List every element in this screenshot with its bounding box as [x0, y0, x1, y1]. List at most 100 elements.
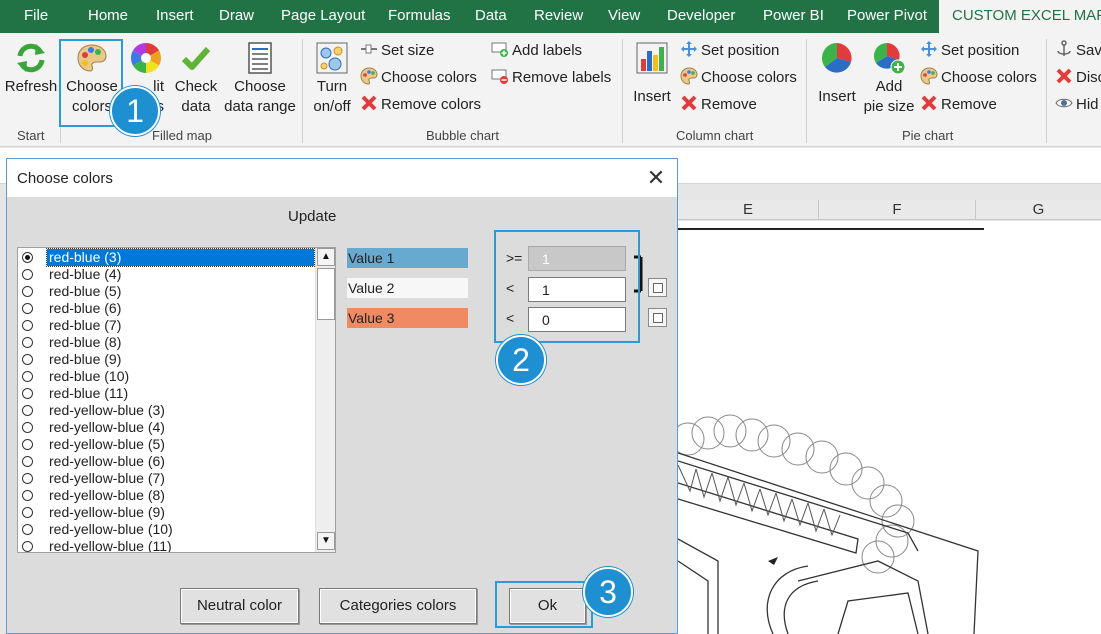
pie-add-size-label-2: pie size [863, 98, 915, 115]
column-header-e[interactable]: E [678, 200, 818, 220]
bubble-remove-colors-button[interactable]: Remove colors [360, 94, 481, 116]
column-header-f[interactable]: F [818, 200, 975, 220]
color-scheme-option[interactable]: red-yellow-blue (5) [18, 436, 314, 453]
radio-button[interactable] [22, 303, 33, 314]
column-insert-button[interactable]: Insert [628, 41, 676, 107]
pie-remove-button[interactable]: Remove [920, 94, 997, 116]
color-scheme-label: red-yellow-blue (6) [49, 453, 165, 469]
color-scheme-option[interactable]: red-blue (9) [18, 351, 314, 368]
neutral-color-button[interactable]: Neutral color [180, 588, 299, 624]
tab-home[interactable]: Home [88, 0, 128, 33]
color-scheme-option[interactable]: red-blue (6) [18, 300, 314, 317]
bubble-remove-labels-button[interactable]: Remove labels [491, 67, 611, 89]
radio-button[interactable] [22, 269, 33, 280]
color-scheme-option[interactable]: red-blue (7) [18, 317, 314, 334]
pie-add-size-button[interactable]: Add pie size [862, 41, 916, 117]
color-scheme-option[interactable]: red-yellow-blue (6) [18, 453, 314, 470]
dialog-title-bar[interactable]: Choose colors ✕ [7, 159, 677, 197]
scroll-thumb[interactable] [317, 268, 335, 320]
tab-file[interactable]: File [24, 0, 48, 33]
dialog-close-button[interactable]: ✕ [643, 165, 669, 191]
color-scheme-list[interactable]: red-blue (3) red-blue (4) red-blue (5) red-… [17, 247, 336, 553]
color-scheme-option[interactable]: red-blue (8) [18, 334, 314, 351]
step-badge-2: 2 [496, 335, 546, 385]
palette-icon [920, 67, 938, 85]
color-scheme-option[interactable]: red-yellow-blue (11) [18, 538, 314, 553]
eye-icon [1055, 98, 1073, 108]
discard-button[interactable]: Disc [1055, 67, 1101, 89]
threshold-3-cell-picker-icon[interactable] [648, 308, 667, 327]
list-scrollbar[interactable]: ▲ ▼ [315, 248, 335, 552]
scroll-up-arrow[interactable]: ▲ [317, 248, 335, 266]
tab-power-bi[interactable]: Power BI [763, 0, 824, 33]
value-2-swatch[interactable]: Value 2 [347, 278, 468, 298]
radio-button[interactable] [22, 354, 33, 365]
color-scheme-option[interactable]: red-blue (5) [18, 283, 314, 300]
column-remove-button[interactable]: Remove [680, 94, 757, 116]
radio-button[interactable] [22, 541, 33, 552]
color-scheme-option[interactable]: red-yellow-blue (8) [18, 487, 314, 504]
color-wheel-icon [130, 42, 162, 73]
sheet-grid[interactable] [678, 221, 1101, 634]
column-choose-colors-button[interactable]: Choose colors [680, 67, 797, 89]
radio-button[interactable] [22, 320, 33, 331]
radio-button[interactable] [22, 490, 33, 501]
color-scheme-option[interactable]: red-yellow-blue (3) [18, 402, 314, 419]
color-scheme-option[interactable]: red-blue (4) [18, 266, 314, 283]
bubble-add-labels-button[interactable]: Add labels [491, 40, 582, 62]
check-data-button[interactable]: Check data [172, 41, 220, 117]
bubble-add-labels-label: Add labels [512, 42, 583, 59]
column-header-g[interactable]: G [975, 200, 1101, 220]
color-scheme-option[interactable]: red-yellow-blue (7) [18, 470, 314, 487]
tab-formulas[interactable]: Formulas [388, 0, 451, 33]
color-scheme-label: red-yellow-blue (4) [49, 419, 165, 435]
bubble-choose-colors-button[interactable]: Choose colors [360, 67, 477, 89]
value-3-swatch[interactable]: Value 3 [347, 308, 468, 328]
tab-view[interactable]: View [608, 0, 640, 33]
color-scheme-option[interactable]: red-blue (10) [18, 368, 314, 385]
tab-page-layout[interactable]: Page Layout [281, 0, 365, 33]
tab-power-pivot[interactable]: Power Pivot [847, 0, 927, 33]
discard-label: Disc [1076, 69, 1101, 86]
color-scheme-option[interactable]: red-yellow-blue (10) [18, 521, 314, 538]
radio-button[interactable] [22, 252, 33, 263]
refresh-button[interactable]: Refresh [3, 41, 59, 97]
pie-set-position-button[interactable]: Set position [920, 40, 1019, 62]
categories-colors-button[interactable]: Categories colors [319, 588, 477, 624]
bubble-turn-onoff-button[interactable]: Turn on/off [306, 41, 358, 117]
color-scheme-label: red-yellow-blue (11) [49, 538, 172, 553]
scroll-down-arrow[interactable]: ▼ [317, 532, 335, 550]
tab-developer[interactable]: Developer [667, 0, 735, 33]
radio-button[interactable] [22, 524, 33, 535]
color-scheme-option[interactable]: red-blue (11) [18, 385, 314, 402]
radio-button[interactable] [22, 456, 33, 467]
color-scheme-label: red-yellow-blue (9) [49, 504, 165, 520]
tab-data[interactable]: Data [475, 0, 507, 33]
save-button[interactable]: Sav [1055, 40, 1101, 62]
pie-insert-button[interactable]: Insert [812, 41, 862, 107]
tab-draw[interactable]: Draw [219, 0, 254, 33]
radio-button[interactable] [22, 422, 33, 433]
radio-button[interactable] [22, 286, 33, 297]
radio-button[interactable] [22, 439, 33, 450]
radio-button[interactable] [22, 337, 33, 348]
radio-button[interactable] [22, 507, 33, 518]
column-set-position-button[interactable]: Set position [680, 40, 779, 62]
radio-button[interactable] [22, 388, 33, 399]
hide-button[interactable]: Hid [1055, 94, 1099, 116]
value-1-swatch[interactable]: Value 1 [347, 248, 468, 268]
tab-insert[interactable]: Insert [156, 0, 194, 33]
radio-button[interactable] [22, 473, 33, 484]
threshold-2-cell-picker-icon[interactable] [648, 278, 667, 297]
tab-review[interactable]: Review [534, 0, 583, 33]
radio-button[interactable] [22, 371, 33, 382]
tab-custom-excel-map[interactable]: CUSTOM EXCEL MAP [939, 0, 1101, 33]
bubble-choose-colors-label: Choose colors [381, 69, 477, 86]
color-scheme-option[interactable]: red-yellow-blue (4) [18, 419, 314, 436]
radio-button[interactable] [22, 405, 33, 416]
color-scheme-option[interactable]: red-yellow-blue (9) [18, 504, 314, 521]
pie-choose-colors-button[interactable]: Choose colors [920, 67, 1037, 89]
color-scheme-option[interactable]: red-blue (3) [18, 248, 315, 267]
bubble-set-size-button[interactable]: Set size [360, 40, 434, 62]
choose-data-range-button[interactable]: Choose data range [222, 41, 298, 117]
